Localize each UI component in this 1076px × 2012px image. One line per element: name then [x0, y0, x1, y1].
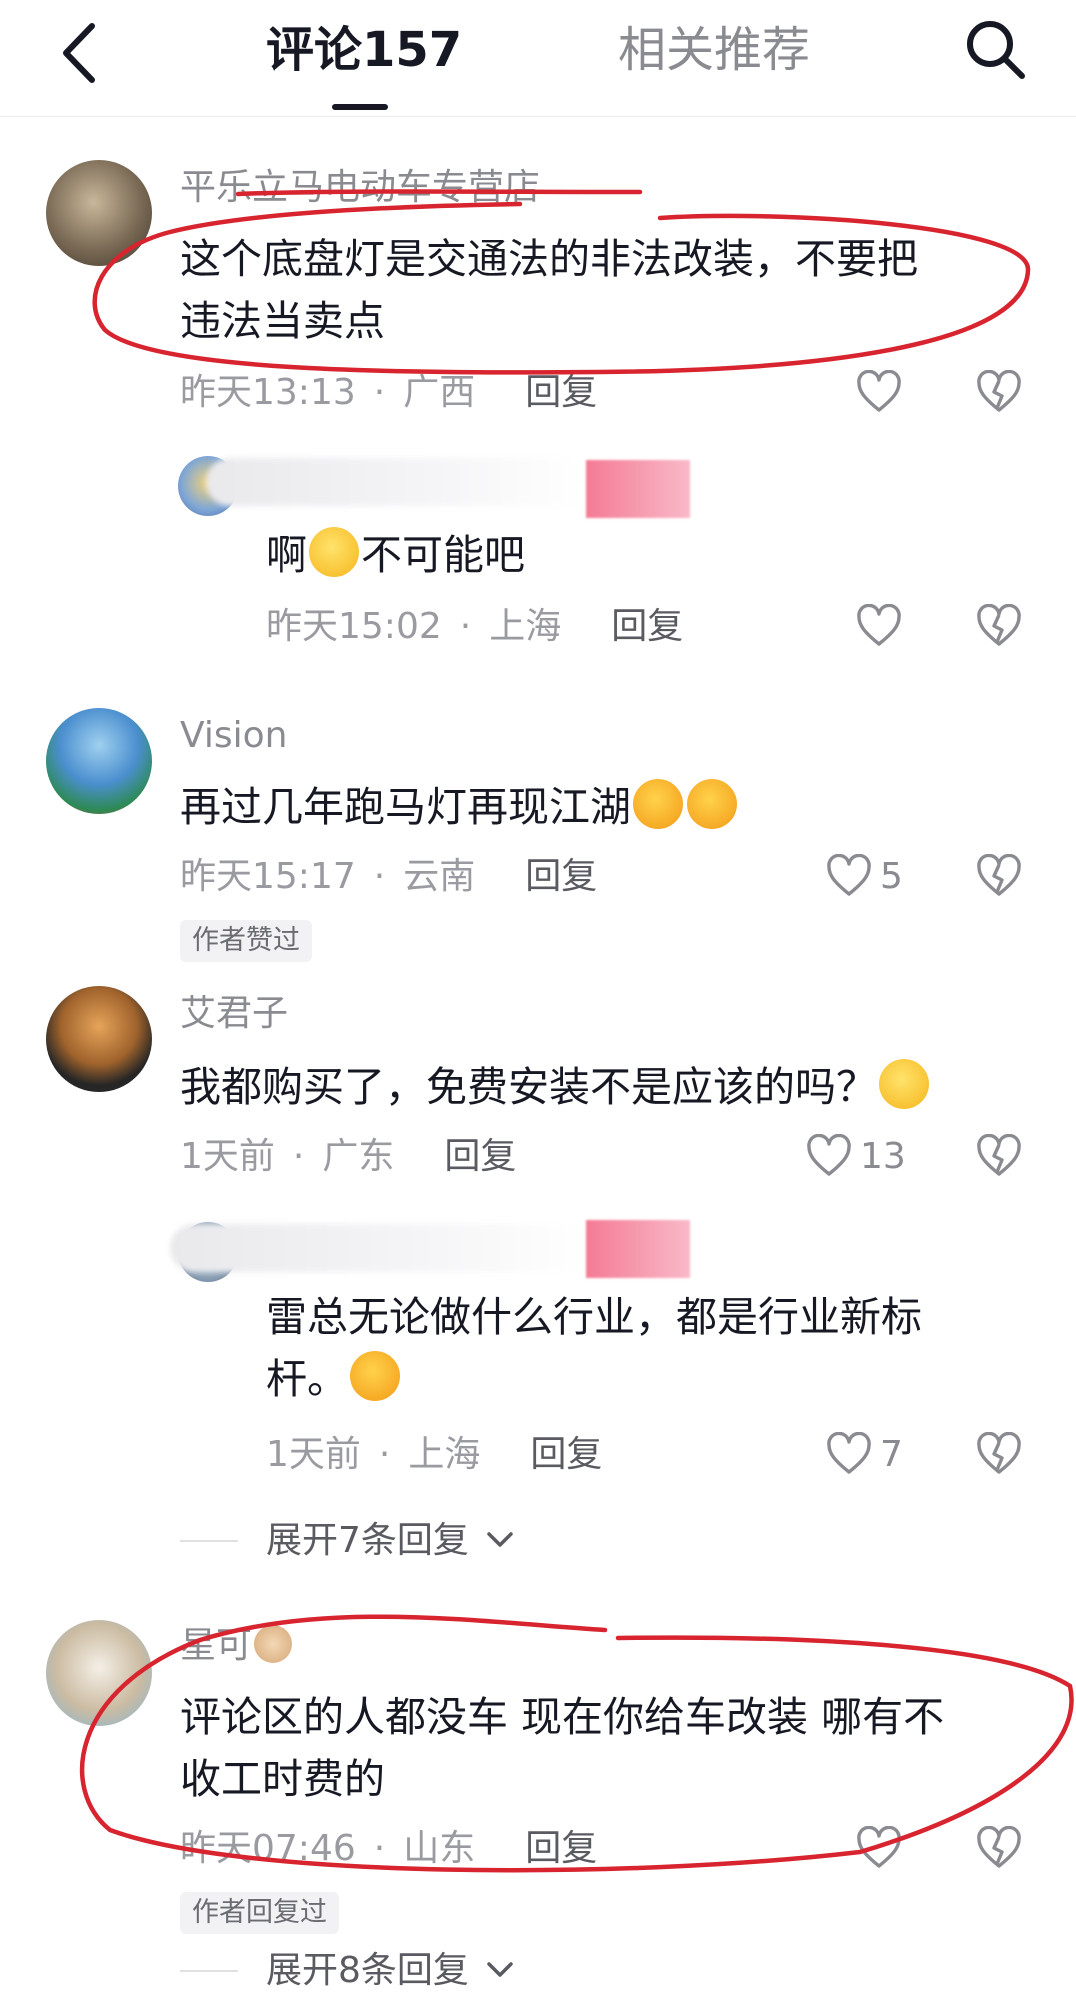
tab-comments[interactable]: 评论157 [266, 18, 462, 82]
reply-text-line: 杆。 [266, 1355, 348, 1403]
divider [180, 1540, 238, 1542]
comment-time: 昨天13:13 [180, 372, 356, 413]
comment-text-line: 评论区的人都没车 现在你给车改装 哪有不 [180, 1693, 945, 1741]
top-navigation-bar: 评论157 相关推荐 [0, 0, 1076, 117]
comment-text: 我都购买了，免费安装不是应该的吗？ [180, 1056, 1040, 1118]
emoji-icon [633, 779, 683, 829]
comment-username[interactable]: 平乐立马电动车专营店 [180, 166, 540, 210]
author-replied-badge: 作者回复过 [180, 1892, 339, 1934]
expand-replies-button[interactable]: 展开7条回复 [266, 1518, 514, 1564]
reply-text: 雷总无论做什么行业，都是行业新标 杆。 [266, 1286, 1026, 1410]
broken-heart-icon[interactable] [976, 1134, 1022, 1178]
comment-location: 广西 [403, 372, 476, 413]
comment-username[interactable]: 星可 [180, 1624, 294, 1668]
reply-meta: 1天前 · 上海 回复 [266, 1434, 603, 1475]
comment-location: 广东 [322, 1136, 395, 1177]
author-liked-badge: 作者赞过 [180, 920, 312, 962]
dizzy-emoji-icon [879, 1059, 929, 1109]
heart-outline-icon[interactable] [856, 1826, 902, 1870]
comment-username[interactable]: 艾君子 [180, 992, 288, 1036]
redacted-username [170, 1224, 590, 1272]
comment-text: 再过几年跑马灯再现江湖 [180, 776, 1040, 838]
teddy-bear-icon [254, 1625, 293, 1663]
comment-meta: 昨天15:17 · 云南 回复 [180, 856, 598, 897]
comment-text-part: 我都购买了，免费安装不是应该的吗？ [180, 1063, 877, 1111]
broken-heart-icon[interactable] [976, 370, 1022, 414]
redacted-tag [586, 1220, 690, 1278]
comment-time: 昨天07:46 [180, 1828, 356, 1869]
like-count: 7 [880, 1434, 903, 1475]
comment-text-part: 再过几年跑马灯再现江湖 [180, 783, 631, 831]
reply-time: 昨天15:02 [266, 606, 442, 647]
heart-outline-icon[interactable] [806, 1134, 852, 1178]
divider [180, 1970, 238, 1972]
reply-button[interactable]: 回复 [530, 1434, 602, 1475]
expand-replies-label: 展开8条回复 [266, 1950, 469, 1991]
broken-heart-icon[interactable] [976, 1432, 1022, 1476]
comment-time: 昨天15:17 [180, 856, 356, 897]
comment-text-line: 这个底盘灯是交通法的非法改装，不要把 [180, 235, 918, 283]
thinking-emoji-icon [309, 527, 359, 577]
wink-emoji-icon [350, 1351, 400, 1401]
comment-meta: 昨天07:46 · 山东 回复 [180, 1828, 598, 1869]
expand-replies-button[interactable]: 展开8条回复 [266, 1948, 514, 1994]
chevron-left-icon[interactable] [54, 18, 104, 88]
reply-button[interactable]: 回复 [525, 856, 597, 897]
heart-outline-icon[interactable] [826, 1432, 872, 1476]
chevron-down-icon [487, 1532, 514, 1547]
comment-username-text: 星可 [180, 1625, 253, 1666]
broken-heart-icon[interactable] [976, 1826, 1022, 1870]
chevron-down-icon [487, 1962, 514, 1977]
emoji-icon [687, 779, 737, 829]
like-count: 13 [860, 1136, 906, 1177]
avatar[interactable] [46, 708, 152, 814]
redacted-username [206, 458, 586, 506]
search-icon[interactable] [960, 14, 1030, 84]
comment-text-line: 收工时费的 [180, 1755, 385, 1803]
like-count: 5 [880, 856, 903, 897]
reply-location: 上海 [489, 606, 562, 647]
comment-location: 山东 [403, 1828, 476, 1869]
reply-text: 啊 不可能吧 [266, 524, 1026, 586]
active-tab-indicator [332, 104, 388, 110]
comment-meta: 1天前 · 广东 回复 [180, 1136, 517, 1177]
heart-outline-icon[interactable] [856, 370, 902, 414]
tab-related-recommendations[interactable]: 相关推荐 [618, 18, 810, 82]
expand-replies-label: 展开7条回复 [266, 1520, 469, 1561]
avatar[interactable] [46, 160, 152, 266]
heart-outline-icon[interactable] [856, 604, 902, 648]
redacted-tag [586, 460, 690, 518]
reply-location: 上海 [408, 1434, 481, 1475]
reply-time: 1天前 [266, 1434, 361, 1475]
comment-time: 1天前 [180, 1136, 275, 1177]
reply-button[interactable]: 回复 [444, 1136, 516, 1177]
comment-location: 云南 [403, 856, 476, 897]
comment-text: 这个底盘灯是交通法的非法改装，不要把 违法当卖点 [180, 228, 1040, 352]
reply-button[interactable]: 回复 [525, 372, 597, 413]
reply-text-part: 啊 [266, 531, 307, 579]
heart-outline-icon[interactable] [826, 854, 872, 898]
reply-button[interactable]: 回复 [525, 1828, 597, 1869]
comment-text-line: 违法当卖点 [180, 297, 385, 345]
comment-meta: 昨天13:13 · 广西 回复 [180, 372, 598, 413]
comment-text: 评论区的人都没车 现在你给车改装 哪有不 收工时费的 [180, 1686, 1040, 1810]
avatar[interactable] [46, 1620, 152, 1726]
avatar[interactable] [46, 986, 152, 1092]
broken-heart-icon[interactable] [976, 854, 1022, 898]
reply-button[interactable]: 回复 [611, 606, 683, 647]
broken-heart-icon[interactable] [976, 604, 1022, 648]
reply-meta: 昨天15:02 · 上海 回复 [266, 606, 684, 647]
reply-text-part: 不可能吧 [361, 531, 525, 579]
comment-username[interactable]: Vision [180, 714, 287, 758]
reply-text-line: 雷总无论做什么行业，都是行业新标 [266, 1293, 922, 1341]
